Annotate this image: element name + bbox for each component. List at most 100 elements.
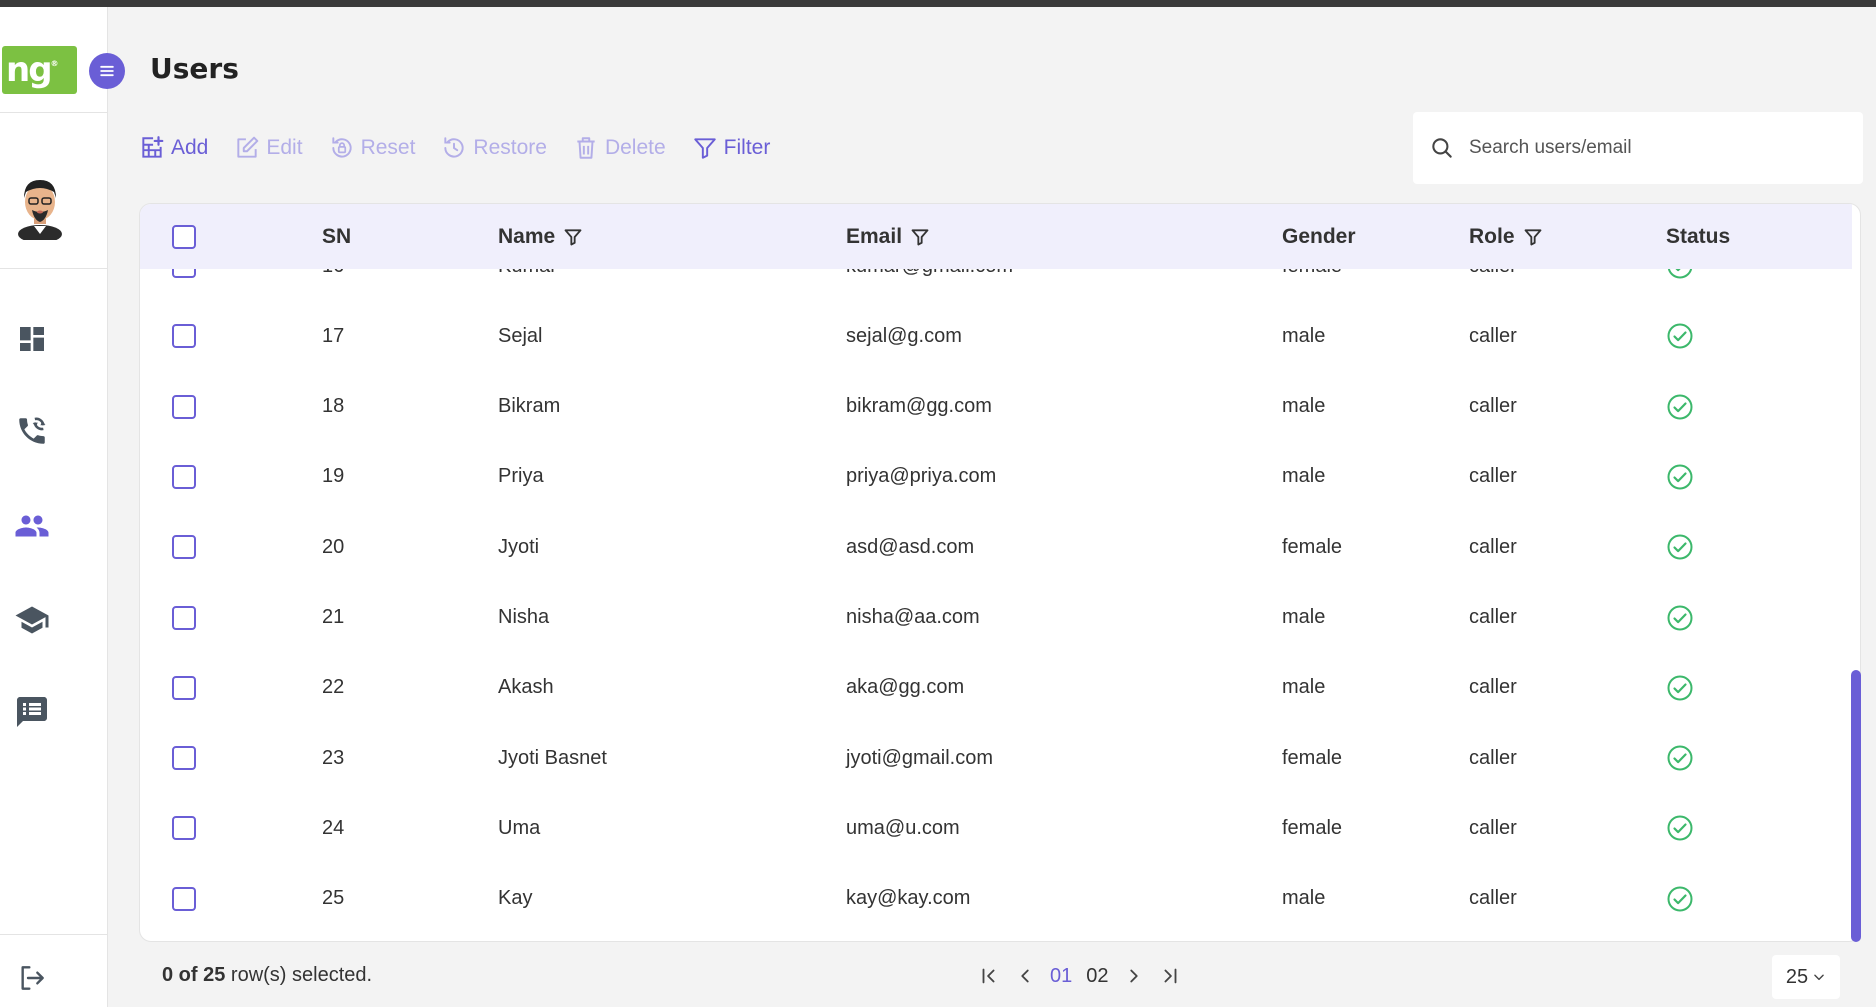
last-page-icon[interactable] <box>1159 965 1181 987</box>
row-checkbox[interactable] <box>172 605 196 630</box>
row-checkbox[interactable] <box>172 675 196 700</box>
row-select-cell <box>172 512 196 582</box>
column-header-email[interactable]: Email <box>846 204 930 269</box>
column-label: Status <box>1666 224 1731 248</box>
row-checkbox[interactable] <box>172 746 196 771</box>
table-row[interactable]: 18 Bikram bikram@gg.com male caller <box>140 372 1852 442</box>
add-button[interactable]: Add <box>139 135 208 161</box>
edit-button[interactable]: Edit <box>234 135 303 161</box>
restore-button[interactable]: Restore <box>441 135 547 161</box>
column-filter-icon[interactable] <box>1523 227 1543 247</box>
cell-sn: 21 <box>322 606 345 628</box>
cell-status <box>1666 723 1694 793</box>
sidebar-item-calls[interactable] <box>13 412 51 450</box>
cell-sn: 24 <box>322 816 345 839</box>
first-page-icon[interactable] <box>978 965 1000 987</box>
table-row[interactable]: 21 Nisha nisha@aa.com male caller <box>140 583 1852 653</box>
users-table: 16Kumarkumar@gmail.comfemalecaller17Seja… <box>139 203 1861 942</box>
cell-email: jyoti@gmail.com <box>846 746 994 769</box>
row-checkbox[interactable] <box>172 324 196 349</box>
cell-role: caller <box>1469 816 1517 839</box>
cell-status <box>1666 301 1694 371</box>
reset-button[interactable]: Reset <box>329 135 415 161</box>
logo-text: ng <box>6 50 53 90</box>
column-header-gender[interactable]: Gender <box>1282 204 1356 269</box>
toolbar: Add Edit Reset Restore Delete Filter <box>139 133 796 163</box>
cell-status <box>1666 653 1694 723</box>
sidebar-divider <box>0 934 108 935</box>
logout-icon <box>21 966 44 990</box>
table-row[interactable]: 24 Uma uma@u.com female caller <box>140 793 1852 863</box>
row-checkbox[interactable] <box>172 535 196 560</box>
cell-sn: 19 <box>322 465 345 488</box>
menu-toggle-button[interactable] <box>89 53 125 89</box>
check-circle-icon <box>1667 886 1693 912</box>
page-number[interactable]: 02 <box>1086 965 1108 988</box>
cell-role: caller <box>1469 535 1517 558</box>
column-filter-icon[interactable] <box>563 227 583 247</box>
search-box <box>1413 112 1863 184</box>
select-all-checkbox[interactable] <box>172 224 196 249</box>
check-circle-icon <box>1667 605 1693 630</box>
column-header-sn[interactable]: SN <box>322 204 351 269</box>
check-circle-icon <box>1667 464 1693 490</box>
cell-gender: male <box>1282 324 1326 347</box>
next-page-icon[interactable] <box>1123 965 1145 987</box>
scrollbar-thumb[interactable] <box>1851 670 1861 942</box>
avatar[interactable] <box>14 170 66 240</box>
logout-button[interactable] <box>13 959 51 997</box>
check-circle-icon <box>1667 534 1693 560</box>
column-filter-icon[interactable] <box>910 227 930 247</box>
row-checkbox[interactable] <box>172 394 196 419</box>
cell-role: caller <box>1469 465 1517 488</box>
table-row[interactable]: 17 Sejal sejal@g.com male caller <box>140 301 1852 371</box>
cell-status <box>1666 442 1694 512</box>
cell-sn: 23 <box>322 746 345 769</box>
chevron-down-icon <box>1814 974 1824 981</box>
cell-role: caller <box>1469 606 1517 628</box>
sidebar-item-dashboard[interactable] <box>13 320 51 358</box>
page-size-value: 25 <box>1785 965 1809 988</box>
cell-email: kay@kay.com <box>846 887 971 910</box>
page-number-current[interactable]: 01 <box>1050 965 1072 988</box>
cell-sn: 22 <box>322 676 345 699</box>
column-label: Gender <box>1282 224 1356 248</box>
column-header-name[interactable]: Name <box>498 204 583 269</box>
column-header-role[interactable]: Role <box>1469 204 1543 269</box>
table-row[interactable]: 20 Jyoti asd@asd.com female caller <box>140 512 1852 582</box>
previous-page-icon[interactable] <box>1014 965 1036 987</box>
table-row[interactable]: 23 Jyoti Basnet jyoti@gmail.com female calle… <box>140 723 1852 793</box>
hamburger-icon <box>100 65 114 77</box>
row-checkbox[interactable] <box>172 816 196 841</box>
table-row[interactable]: 25 Kay kay@kay.com male caller <box>140 864 1852 934</box>
table-row[interactable]: 22 Akash aka@gg.com male caller <box>140 653 1852 723</box>
filter-button[interactable]: Filter <box>692 135 770 161</box>
row-select-cell <box>172 653 196 723</box>
column-header-status[interactable]: Status <box>1666 204 1730 269</box>
row-checkbox[interactable] <box>172 464 196 489</box>
cell-role: caller <box>1469 887 1517 910</box>
delete-button[interactable]: Delete <box>573 135 666 161</box>
cell-sn: 25 <box>322 887 345 910</box>
sidebar: ng® <box>0 7 108 1007</box>
sidebar-divider <box>0 268 108 269</box>
row-select-cell <box>172 723 196 793</box>
column-label: Name <box>498 224 556 248</box>
cell-role: caller <box>1469 324 1517 347</box>
search-input[interactable] <box>1469 137 1829 159</box>
sidebar-item-users[interactable] <box>13 507 51 545</box>
add-row-icon <box>142 136 164 158</box>
cell-name: Priya <box>498 465 544 488</box>
cell-status <box>1666 512 1694 582</box>
row-checkbox[interactable] <box>172 886 196 911</box>
page-size-select[interactable]: 25 <box>1772 955 1840 999</box>
check-circle-icon <box>1667 323 1693 349</box>
app-logo[interactable]: ng® <box>2 46 77 94</box>
sidebar-item-feedback[interactable] <box>13 693 51 731</box>
table-row[interactable]: 19 Priya priya@priya.com male caller <box>140 442 1852 512</box>
sidebar-item-training[interactable] <box>13 601 51 639</box>
cell-status <box>1666 583 1694 653</box>
cell-role: caller <box>1469 676 1517 699</box>
cell-gender: female <box>1282 816 1343 839</box>
cell-name: Uma <box>498 816 541 839</box>
